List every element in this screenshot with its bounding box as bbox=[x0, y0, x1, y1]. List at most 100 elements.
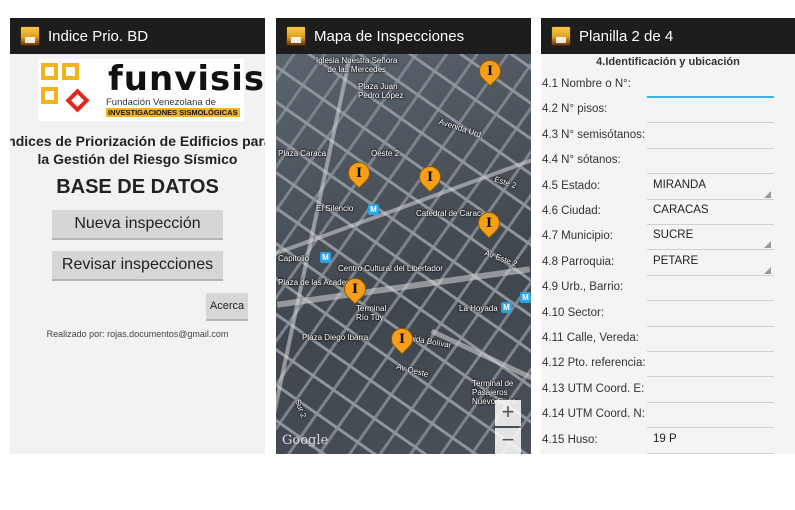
logo-wordmark: funvisis bbox=[108, 59, 265, 99]
map-label: Plaza Diego Ibarra bbox=[302, 333, 369, 342]
field-input[interactable] bbox=[647, 306, 774, 327]
form-row: 4.4 N° sótanos: bbox=[541, 148, 795, 175]
form-row: 4.5 Estado: MIRANDA bbox=[541, 174, 795, 200]
review-inspections-button[interactable]: Revisar inspecciones bbox=[52, 251, 223, 281]
field-label: 4.15 Huso: bbox=[542, 433, 598, 446]
field-label: 4.3 N° semisótanos: bbox=[542, 128, 646, 141]
map-screen: Mapa de Inspecciones Iglesia Nuestra Señ… bbox=[276, 18, 531, 454]
inspection-pin[interactable]: I bbox=[343, 157, 375, 189]
field-value: SUCRE bbox=[653, 229, 694, 242]
db-title: BASE DE DATOS bbox=[56, 176, 219, 198]
field-label: 4.4 N° sótanos: bbox=[542, 154, 621, 167]
credit-text: Realizado por: rojas.documentos@gmail.co… bbox=[46, 329, 229, 339]
logo-square-icon bbox=[41, 63, 58, 80]
home-screen: Indice Prio. BD funvisis Fundación Venez… bbox=[10, 18, 265, 454]
inspection-pin[interactable]: I bbox=[339, 273, 371, 305]
form-row: 4.15 Huso: 19 P bbox=[541, 428, 795, 454]
zoom-in-button[interactable]: + bbox=[495, 400, 521, 426]
field-value: MIRANDA bbox=[653, 178, 707, 191]
app-icon bbox=[551, 26, 571, 46]
field-input[interactable] bbox=[647, 153, 774, 175]
logo-subtitle-2: INVESTIGACIONES SISMOLÓGICAS bbox=[106, 108, 240, 117]
logo-diamond-icon bbox=[65, 88, 90, 113]
field-label: 4.6 Ciudad: bbox=[542, 205, 601, 217]
field-label: 4.11 Calle, Vereda: bbox=[542, 332, 639, 344]
map-view[interactable]: Iglesia Nuestra Señora de las Mercedes P… bbox=[276, 54, 531, 454]
app-title-bar: Indice Prio. BD bbox=[10, 18, 265, 54]
about-button[interactable]: Acerca bbox=[206, 293, 248, 321]
field-label: 4.14 UTM Coord. N: bbox=[542, 408, 645, 421]
inspection-pin[interactable]: I bbox=[386, 323, 418, 355]
map-label: Oeste 2 bbox=[371, 149, 400, 158]
form-row: 4.1 Nombre o N°: bbox=[541, 72, 795, 98]
form-screen: Planilla 2 de 4 4.Identificación y ubica… bbox=[541, 18, 795, 454]
form-row: 4.11 Calle, Vereda: bbox=[541, 326, 795, 352]
google-logo: Google bbox=[282, 433, 329, 448]
inspection-pin[interactable]: I bbox=[473, 207, 505, 239]
form-title: Planilla 2 de 4 bbox=[579, 27, 674, 45]
field-label: 4.12 Pto. referencia: bbox=[542, 357, 646, 370]
map-label: Terminal Río Tuy bbox=[356, 304, 387, 322]
form-row: 4.6 Ciudad: CARACAS bbox=[541, 199, 795, 225]
form-row: 4.12 Pto. referencia: bbox=[541, 351, 795, 378]
map-label: El Silencio bbox=[316, 204, 354, 213]
map-label: La Hoyada bbox=[459, 304, 498, 313]
section-heading: 4.Identificación y ubicación bbox=[596, 56, 740, 68]
field-input[interactable] bbox=[647, 407, 774, 429]
new-inspection-button[interactable]: Nueva inspección bbox=[52, 210, 223, 240]
map-label: Catedral de Caraca bbox=[416, 209, 486, 218]
field-input[interactable] bbox=[647, 280, 774, 302]
app-title: Indice Prio. BD bbox=[48, 27, 149, 45]
form-row: 4.8 Parroquia: PETARE bbox=[541, 250, 795, 276]
dropdown-arrow-icon[interactable] bbox=[764, 266, 771, 274]
dropdown-arrow-icon[interactable] bbox=[764, 241, 771, 249]
form-row: 4.9 Urb., Barrio: bbox=[541, 275, 795, 302]
field-input[interactable] bbox=[647, 356, 774, 378]
field-value: 19 P bbox=[653, 432, 677, 445]
form-row: 4.14 UTM Coord. N: bbox=[541, 402, 795, 429]
inspection-pin[interactable]: I bbox=[414, 161, 446, 193]
funvisis-logo: funvisis Fundación Venezolana de INVESTI… bbox=[38, 59, 264, 121]
field-label: 4.7 Municipio: bbox=[542, 230, 613, 243]
field-label: 4.9 Urb., Barrio: bbox=[542, 281, 624, 294]
form-row: 4.7 Municipio: SUCRE bbox=[541, 224, 795, 251]
metro-icon: M bbox=[501, 302, 512, 313]
map-label: Capitolio bbox=[278, 254, 310, 263]
map-label: Sur 2 bbox=[293, 397, 309, 420]
dropdown-arrow-icon[interactable] bbox=[764, 190, 771, 198]
field-label: 4.1 Nombre o N°: bbox=[542, 78, 631, 90]
field-label: 4.10 Sector: bbox=[542, 306, 605, 319]
map-title: Mapa de Inspecciones bbox=[314, 27, 465, 45]
map-label: Este 2 bbox=[493, 174, 518, 191]
form-row: 4.10 Sector: bbox=[541, 301, 795, 327]
logo-square-icon bbox=[62, 63, 79, 80]
field-input[interactable] bbox=[647, 128, 774, 149]
field-input[interactable] bbox=[647, 102, 774, 124]
map-label: Centro Cultural del Libertador bbox=[338, 264, 443, 273]
map-label: Av Este 2 bbox=[483, 248, 519, 269]
field-label: 4.2 N° pisos: bbox=[542, 103, 608, 116]
form-row: 4.3 N° semisótanos: bbox=[541, 123, 795, 149]
metro-icon: M bbox=[520, 292, 531, 303]
form-row: 4.2 N° pisos: bbox=[541, 97, 795, 124]
form-row: 4.13 UTM Coord. E: bbox=[541, 377, 795, 403]
inspection-pin[interactable]: I bbox=[474, 55, 506, 87]
map-label: Plaza Juan Pedro López bbox=[358, 82, 404, 100]
field-input[interactable] bbox=[647, 331, 774, 352]
metro-icon: M bbox=[368, 204, 379, 215]
map-label: Avenida Urd. bbox=[437, 117, 485, 140]
zoom-out-button[interactable]: − bbox=[495, 428, 521, 454]
field-label: 4.8 Parroquia: bbox=[542, 255, 615, 268]
field-input[interactable] bbox=[647, 382, 774, 403]
app-title-bar: Mapa de Inspecciones bbox=[276, 18, 531, 54]
map-road bbox=[276, 152, 531, 260]
map-label: Av Oeste bbox=[395, 361, 430, 380]
field-label: 4.5 Estado: bbox=[542, 179, 601, 192]
field-value: CARACAS bbox=[653, 204, 709, 216]
map-label: Iglesia Nuestra Señora de las Mercedes bbox=[316, 56, 398, 74]
map-road bbox=[430, 328, 531, 385]
field-input[interactable] bbox=[647, 76, 774, 98]
app-heading: Índices de Priorización de Edificios par… bbox=[10, 133, 265, 167]
field-label: 4.13 UTM Coord. E: bbox=[542, 382, 645, 395]
metro-icon: M bbox=[320, 252, 331, 263]
